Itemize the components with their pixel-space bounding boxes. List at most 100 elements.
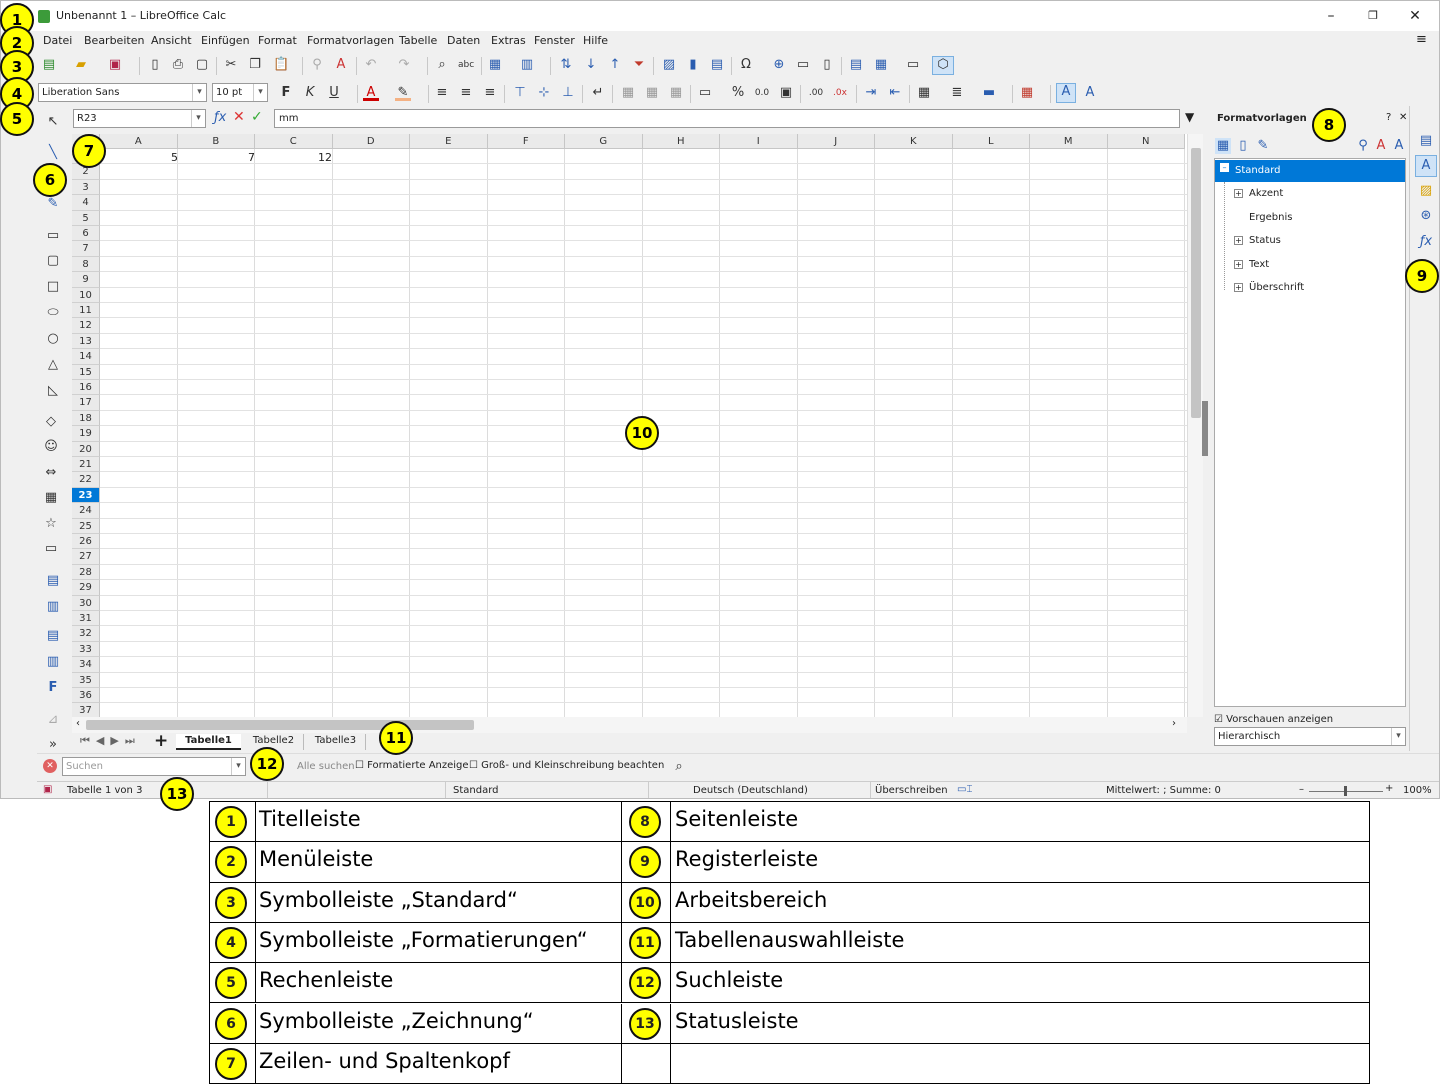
conditional-format-icon[interactable]: ▦ [1019,85,1035,101]
ellipse-icon[interactable]: ⬭ [45,305,61,321]
scroll-right-icon[interactable]: › [1172,718,1176,729]
row-header[interactable]: 25 [72,518,100,534]
style-standard[interactable]: Standard [1235,165,1281,176]
paste-icon[interactable]: 📋 [273,57,289,73]
spelling-icon[interactable]: abc [458,57,474,73]
more-tools-icon[interactable]: » [45,737,61,753]
row-header[interactable]: 22 [72,472,100,488]
row-header[interactable]: 18 [72,410,100,427]
comment-icon[interactable]: ▭ [795,57,811,73]
points-icon[interactable]: ⊿ [45,712,61,728]
chart-icon[interactable]: ▮ [685,57,701,73]
style-ueberschrift[interactable]: Überschrift [1249,282,1304,293]
increase-indent-icon[interactable]: ⇥ [863,85,879,101]
circle-icon[interactable]: ○ [45,331,61,347]
add-decimal-icon[interactable]: .00 [808,85,824,101]
row-header[interactable]: 24 [72,503,100,519]
column-header[interactable]: A [100,134,178,149]
row-header[interactable]: 13 [72,333,100,350]
block-arrows-icon[interactable]: ⇔ [43,465,59,481]
menu-bearbeiten[interactable]: Bearbeiten [84,34,144,47]
column-header[interactable]: K [875,134,953,149]
close-button[interactable]: ✕ [1395,5,1435,27]
maximize-button[interactable]: ❐ [1353,5,1393,27]
fill-format-mode-icon[interactable]: ⚲ [1355,138,1371,154]
number-format-icon[interactable]: 0.0 [754,85,770,101]
scroll-left-icon[interactable]: ‹ [76,718,80,729]
square-icon[interactable]: □ [45,279,61,295]
language[interactable]: Deutsch (Deutschland) [693,785,808,796]
rectangle-icon[interactable]: ▭ [45,228,61,244]
style-ergebnis[interactable]: Ergebnis [1249,212,1292,223]
menu-format[interactable]: Format [258,34,297,47]
row-header[interactable]: 11 [72,303,100,319]
navigator-tab-icon[interactable]: ⊛ [1418,208,1434,224]
vertical-scroll-thumb[interactable] [1191,148,1201,418]
style-filter-select[interactable]: Hierarchisch ▾ [1214,727,1406,746]
cell-styles-icon[interactable]: ▦ [1215,138,1231,154]
row-header[interactable]: 16 [72,380,100,396]
gallery-tab-icon[interactable]: ▨ [1418,183,1434,199]
expand-icon[interactable]: + [1234,236,1243,245]
cancel-input-icon[interactable]: ✕ [233,109,245,125]
select-arrow-icon[interactable]: ↖ [45,114,61,130]
row-header[interactable]: 23 [72,487,100,504]
font-name-box[interactable]: Liberation Sans ▾ [38,83,207,102]
callouts-icon[interactable]: ▭ [43,541,59,557]
cut-icon[interactable]: ✂ [223,57,239,73]
clone-formatting-icon[interactable]: ⚲ [309,57,325,73]
sort-ascending-icon[interactable]: ↓ [583,57,599,73]
style-akzent[interactable]: Akzent [1249,188,1283,199]
horizontal-scroll-thumb[interactable] [86,720,474,730]
row-header[interactable]: 4 [72,195,100,211]
cell-b1[interactable]: 7 [185,151,255,164]
insert-mode[interactable]: Überschreiben [875,785,948,796]
selection-mode-icon[interactable]: ▭⌶ [957,784,972,795]
align-top-icon[interactable]: ⊤ [512,85,528,101]
close-find-bar-icon[interactable]: ✕ [43,759,57,773]
row-header[interactable]: 7 [72,241,100,257]
header-footer-icon[interactable]: ▯ [819,57,835,73]
column-header[interactable]: B [177,134,255,149]
column-header[interactable]: H [642,134,720,149]
row-header[interactable]: 12 [72,318,100,334]
menu-extras[interactable]: Extras [491,34,526,47]
page-styles-icon[interactable]: ▯ [1235,138,1251,154]
save-icon[interactable]: ▣ [107,57,123,73]
find-replace-icon[interactable]: ⌕ [434,57,450,73]
match-case-checkbox[interactable]: ☐ Groß- und Kleinschreibung beachten [469,760,664,771]
border-color-icon[interactable]: ▬ [981,85,997,101]
zoom-out-icon[interactable]: – [1299,784,1304,795]
row-header[interactable]: 32 [72,626,100,642]
add-sheet-icon[interactable]: + [154,731,168,751]
insert-text-icon[interactable]: ▤ [45,573,61,589]
vertical-text-icon[interactable]: ▥ [45,599,61,615]
column-icon[interactable]: ▥ [519,57,535,73]
column-header[interactable]: I [720,134,798,149]
row-header[interactable]: 21 [72,457,100,473]
print-preview-icon[interactable]: ▢ [194,57,210,73]
find-input[interactable]: Suchen ▾ [62,757,246,776]
page-style[interactable]: Standard [453,785,499,796]
merge-center-icon[interactable]: ▦ [644,85,660,101]
merge-cells-icon[interactable]: ▦ [620,85,636,101]
help-icon[interactable]: ? [1386,112,1391,123]
menu-ansicht[interactable]: Ansicht [151,34,192,47]
expand-icon[interactable]: + [1234,260,1243,269]
row-header[interactable]: 27 [72,549,100,565]
center-vertically-icon[interactable]: ⊹ [536,85,552,101]
row-header[interactable]: 33 [72,641,100,658]
name-box[interactable]: R23 ▾ [73,109,206,128]
split-window-icon[interactable]: ▭ [905,57,921,73]
menu-fenster[interactable]: Fenster [534,34,575,47]
menu-einfuegen[interactable]: Einfügen [201,34,250,47]
row-header[interactable]: 14 [72,349,100,365]
style-status[interactable]: Status [1249,235,1281,246]
expand-formula-bar-icon[interactable]: ▼ [1185,110,1194,124]
delete-decimal-icon[interactable]: .0x [832,85,848,101]
date-format-icon[interactable]: ▣ [778,85,794,101]
row-header[interactable]: 29 [72,580,100,596]
column-header[interactable]: J [797,134,875,149]
new-document-icon[interactable]: ▤ [41,57,57,73]
function-wizard-icon[interactable]: ƒx [214,110,226,125]
